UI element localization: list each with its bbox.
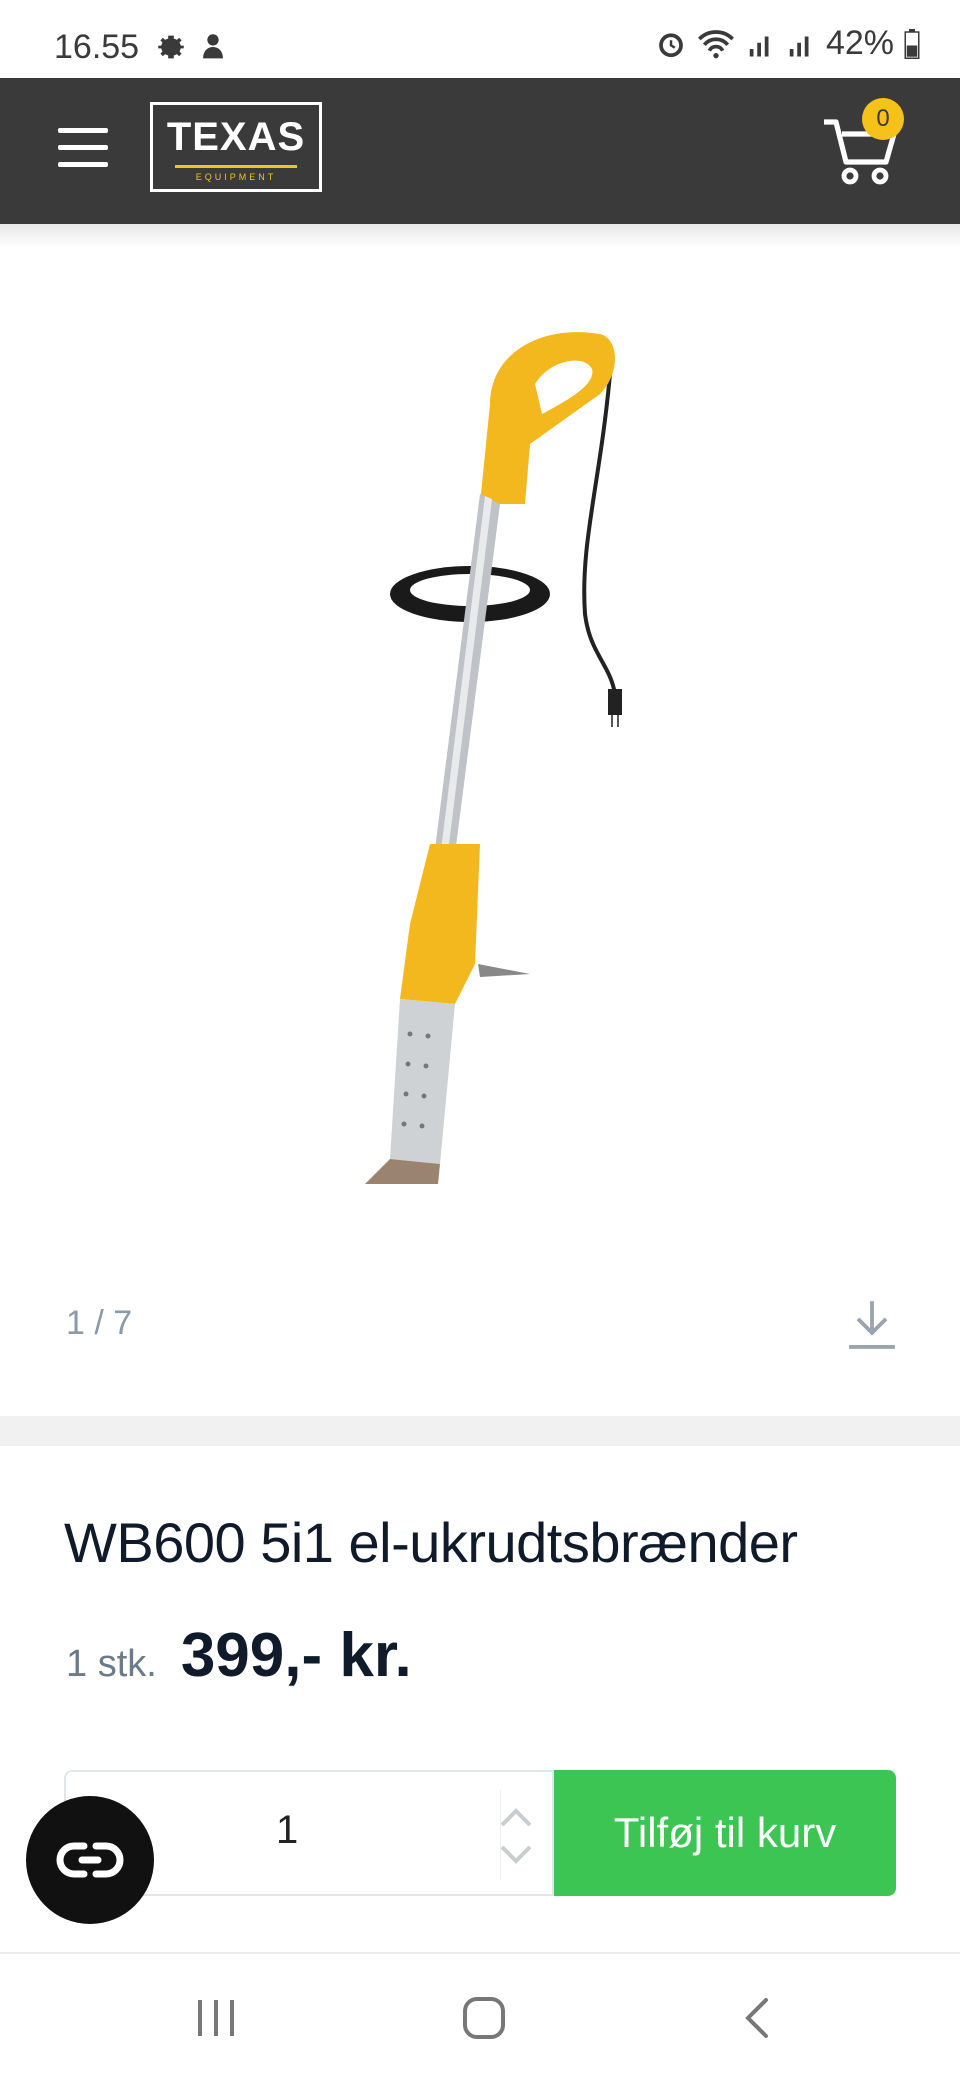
battery-icon [904, 28, 920, 59]
logo-underline [175, 165, 297, 168]
back-icon[interactable] [736, 1994, 784, 2042]
cart-count-badge: 0 [862, 98, 904, 140]
add-to-cart-button[interactable]: Tilføj til kurv [554, 1770, 896, 1896]
gallery-counter: 1 / 7 [66, 1304, 133, 1342]
settings-icon [158, 35, 184, 59]
status-right: 42% [656, 24, 920, 63]
battery-percent: 42% [825, 24, 894, 62]
download-icon[interactable] [846, 1296, 898, 1352]
status-bar: 16.55 42% [0, 0, 960, 78]
product-price: 399,- kr. [180, 1621, 412, 1690]
notification-icon [203, 34, 223, 59]
price-unit: 1 stk. [66, 1643, 157, 1685]
site-header: TEXAS EQUIPMENT 0 [0, 78, 960, 224]
system-nav-bar [0, 1952, 960, 2082]
chevron-down-icon[interactable] [496, 1840, 536, 1870]
alarm-icon [659, 32, 683, 57]
product-image[interactable] [280, 284, 680, 1234]
chevron-up-icon[interactable] [496, 1802, 536, 1832]
price-row: 1 stk. 399,- kr. [66, 1620, 412, 1691]
product-gallery: 1 / 7 [0, 224, 960, 1416]
wifi-icon [697, 29, 734, 58]
product-title: WB600 5i1 el-ukrudtsbrænder [64, 1511, 798, 1574]
chat-button[interactable] [26, 1796, 154, 1924]
hamburger-menu-icon[interactable] [58, 128, 108, 170]
logo-text: TEXAS [166, 115, 306, 159]
texas-logo[interactable]: TEXAS EQUIPMENT [150, 102, 322, 192]
chat-icon [56, 1842, 124, 1878]
signal-icon [749, 36, 769, 56]
home-icon[interactable] [460, 1994, 508, 2042]
recent-apps-icon[interactable] [192, 1994, 240, 2042]
section-divider [0, 1416, 960, 1446]
logo-subtext: EQUIPMENT [195, 172, 277, 182]
signal-icon [789, 36, 809, 56]
header-shadow [0, 224, 960, 248]
quantity-value[interactable]: 1 [276, 1808, 298, 1853]
status-time: 16.55 [54, 28, 140, 66]
